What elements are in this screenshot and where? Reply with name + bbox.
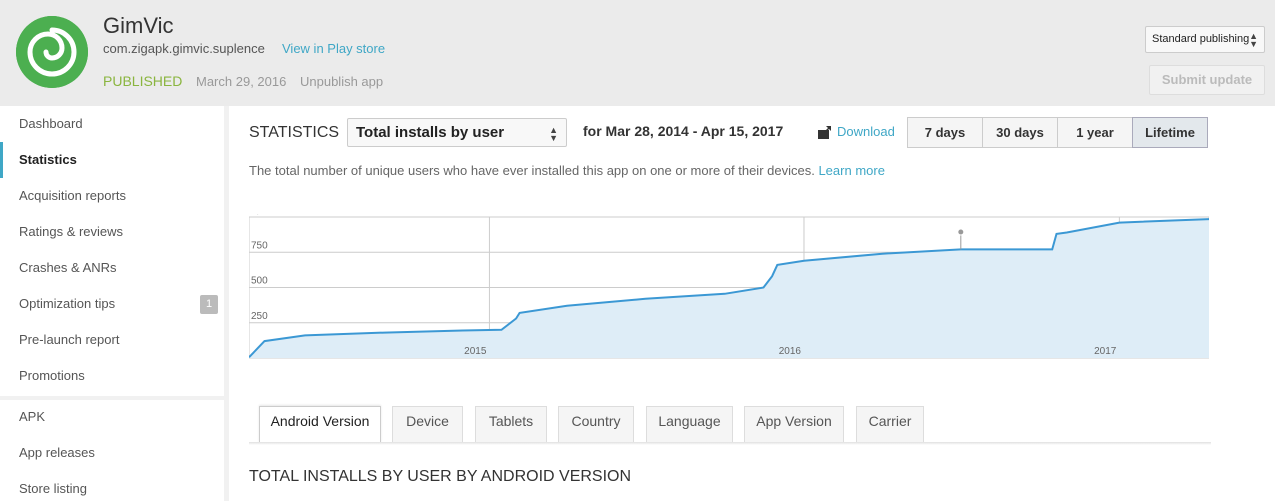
- range-lifetime-button[interactable]: Lifetime: [1132, 117, 1208, 148]
- select-arrows-icon: ▲ ▼: [549, 125, 558, 143]
- y-tick-label: 500: [251, 276, 268, 287]
- optimization-count-badge: 1: [200, 295, 218, 314]
- y-tick-label: 750: [251, 240, 268, 251]
- annotation-marker: [957, 228, 965, 236]
- sidebar-item-crashes-anrs[interactable]: Crashes & ANRs: [0, 250, 224, 286]
- statistics-heading: STATISTICS: [249, 124, 340, 141]
- sidebar-item-statistics[interactable]: Statistics: [0, 142, 224, 178]
- app-header: GimVic com.zigapk.gimvic.suplence View i…: [0, 0, 1275, 106]
- sidebar: Dashboard Statistics Acquisition reports…: [0, 106, 224, 501]
- x-tick-label: 2016: [779, 346, 802, 357]
- spiral-logo-icon: [16, 16, 88, 88]
- tab-language[interactable]: Language: [646, 406, 733, 442]
- metric-description: The total number of unique users who hav…: [249, 163, 885, 178]
- date-range-buttons: 7 days 30 days 1 year Lifetime: [907, 117, 1208, 148]
- download-link[interactable]: Download: [837, 124, 895, 139]
- section-title: TOTAL INSTALLS BY USER BY ANDROID VERSIO…: [249, 468, 632, 485]
- published-date: March 29, 2016: [196, 74, 287, 89]
- range-30-days-button[interactable]: 30 days: [982, 117, 1058, 148]
- statistics-panel: STATISTICS Total installs by user ▲ ▼ for…: [229, 106, 1275, 501]
- sidebar-item-app-releases[interactable]: App releases: [0, 435, 224, 471]
- date-range: for Mar 28, 2014 - Apr 15, 2017: [583, 123, 784, 139]
- unpublish-app-link[interactable]: Unpublish app: [300, 74, 383, 89]
- tab-device[interactable]: Device: [392, 406, 463, 442]
- y-tick-label: 250: [251, 311, 268, 322]
- download-icon[interactable]: [817, 125, 832, 140]
- view-in-play-store-link[interactable]: View in Play store: [282, 41, 385, 56]
- dimension-tabs: Android Version Device Tablets Country L…: [249, 406, 1211, 443]
- submit-update-button[interactable]: Submit update: [1149, 65, 1265, 95]
- publishing-mode-value: Standard publishing: [1152, 33, 1250, 45]
- sidebar-item-dashboard[interactable]: Dashboard: [0, 106, 224, 142]
- package-name: com.zigapk.gimvic.suplence: [103, 41, 265, 56]
- y-tick-label: 1,000: [251, 214, 276, 216]
- sidebar-item-apk[interactable]: APK: [0, 399, 224, 435]
- tab-tablets[interactable]: Tablets: [475, 406, 547, 442]
- learn-more-link[interactable]: Learn more: [818, 163, 884, 178]
- sidebar-item-promotions[interactable]: Promotions: [0, 358, 224, 394]
- sidebar-item-store-listing[interactable]: Store listing: [0, 471, 224, 501]
- x-tick-label: 2015: [464, 346, 487, 357]
- app-name: GimVic: [103, 13, 174, 38]
- sidebar-item-optimization-tips[interactable]: Optimization tips 1: [0, 286, 224, 322]
- publish-status: PUBLISHED: [103, 73, 183, 89]
- description-text: The total number of unique users who hav…: [249, 163, 815, 178]
- tab-android-version[interactable]: Android Version: [259, 406, 381, 443]
- select-arrows-icon: ▲ ▼: [1249, 31, 1258, 49]
- metric-select-value: Total installs by user: [356, 124, 505, 141]
- installs-chart: 250 500 750 1,000 2015 2016 2017: [249, 214, 1209, 359]
- sidebar-item-acquisition-reports[interactable]: Acquisition reports: [0, 178, 224, 214]
- range-7-days-button[interactable]: 7 days: [907, 117, 983, 148]
- x-tick-label: 2017: [1094, 346, 1117, 357]
- tab-carrier[interactable]: Carrier: [856, 406, 924, 442]
- tabs-divider: [249, 442, 1211, 445]
- publishing-mode-select[interactable]: Standard publishing ▲ ▼: [1145, 26, 1265, 53]
- tab-country[interactable]: Country: [558, 406, 634, 442]
- sidebar-item-label: Optimization tips: [19, 296, 116, 311]
- sidebar-item-pre-launch-report[interactable]: Pre-launch report: [0, 322, 224, 358]
- sidebar-item-ratings-reviews[interactable]: Ratings & reviews: [0, 214, 224, 250]
- range-1-year-button[interactable]: 1 year: [1057, 117, 1133, 148]
- tab-app-version[interactable]: App Version: [744, 406, 844, 442]
- metric-select[interactable]: Total installs by user ▲ ▼: [347, 118, 567, 147]
